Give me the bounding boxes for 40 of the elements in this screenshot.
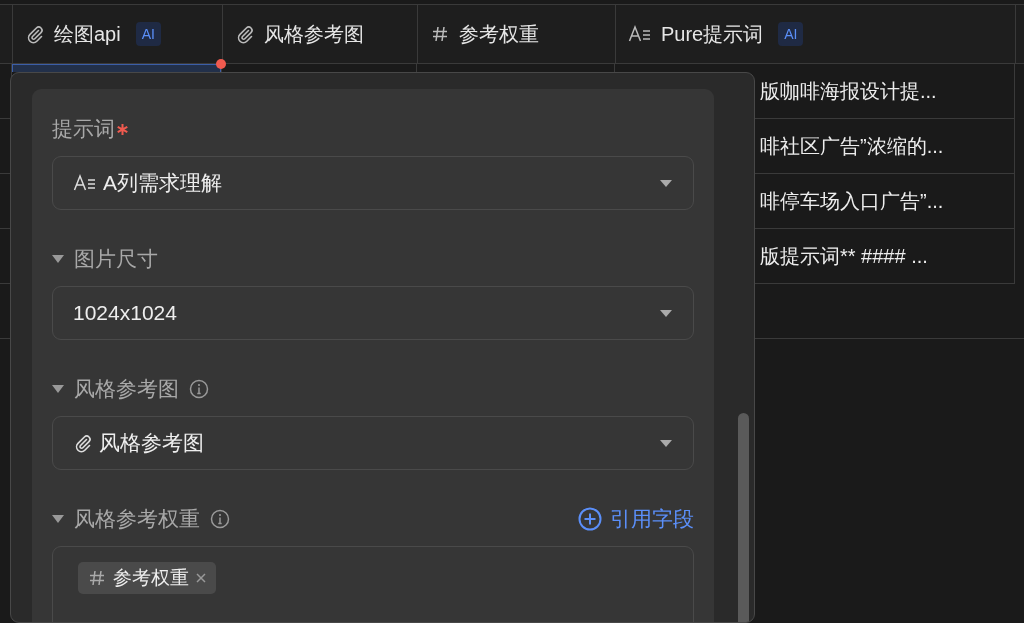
paperclip-icon (235, 24, 255, 44)
info-icon[interactable] (189, 379, 209, 399)
table-cell-text: 版咖啡海报设计提... (760, 78, 937, 104)
table-cell-text: 啡停车场入口广告”... (760, 188, 944, 214)
paperclip-icon (73, 433, 93, 453)
dropdown-select[interactable]: A列需求理解 (52, 156, 694, 210)
hash-icon (87, 568, 107, 588)
tag-input-field[interactable]: 参考权重 (52, 546, 694, 622)
scrollbar-thumb[interactable] (738, 413, 749, 622)
collapse-triangle-icon[interactable] (52, 254, 64, 264)
add-circle-icon (578, 507, 602, 531)
hash-icon (430, 24, 450, 44)
dropdown-caret-icon (659, 438, 673, 448)
column-header (0, 4, 13, 64)
dropdown-select[interactable]: 风格参考图 (52, 416, 694, 470)
close-icon[interactable] (195, 572, 207, 584)
table-cell-text: 版提示词** #### ... (760, 243, 928, 269)
dropdown-caret-icon (659, 308, 673, 318)
reference-field-link[interactable]: 引用字段 (578, 505, 694, 533)
collapse-triangle-icon[interactable] (52, 514, 64, 524)
field-label: 风格参考图 (74, 376, 179, 402)
field-label: 图片尺寸 (74, 246, 158, 272)
dropdown-caret-icon (659, 178, 673, 188)
selected-cell-highlight[interactable] (12, 64, 221, 72)
collapse-triangle-icon[interactable] (52, 384, 64, 394)
ai-badge: AI (135, 22, 161, 46)
column-header[interactable]: 风格参考图 (223, 4, 418, 64)
ai-badge: AI (778, 22, 804, 46)
column-header[interactable]: Pure提示词 AI (616, 4, 1016, 64)
column-header[interactable]: 参考权重 (418, 4, 616, 64)
text-field-icon (628, 24, 652, 44)
field-label: 风格参考权重 (74, 506, 200, 532)
info-icon[interactable] (210, 509, 230, 529)
field-tag[interactable]: 参考权重 (78, 562, 216, 594)
text-field-icon (73, 173, 97, 193)
column-header[interactable]: 绘图api AI (13, 4, 223, 64)
dropdown-select[interactable]: 1024x1024 (52, 286, 694, 340)
paperclip-icon (25, 24, 45, 44)
table-cell-text: 啡社区广告”浓缩的... (760, 133, 944, 159)
field-label: 提示词 (52, 116, 115, 142)
